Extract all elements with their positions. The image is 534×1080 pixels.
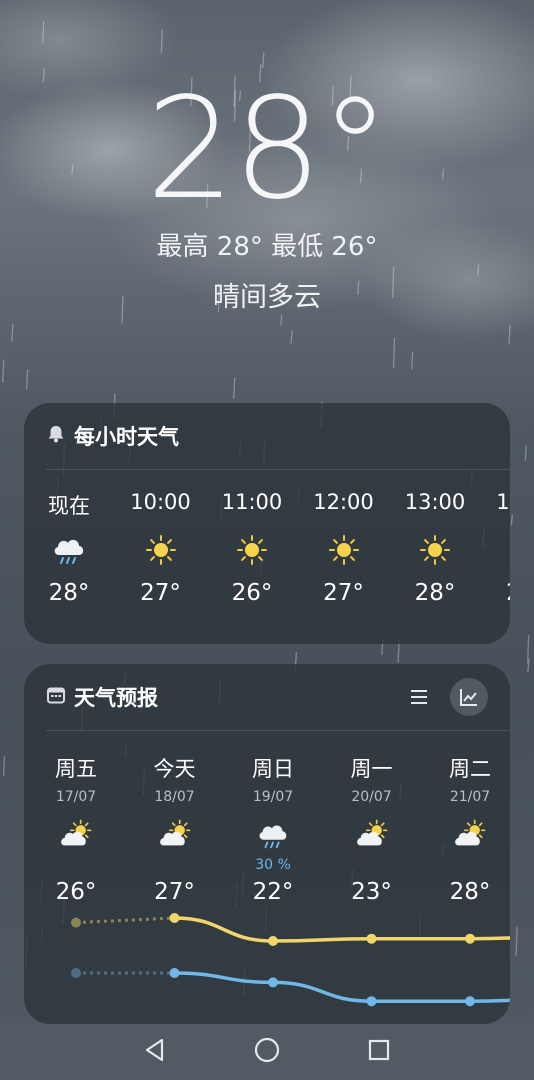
day-date: 20/07: [351, 789, 392, 805]
day-date: 21/07: [449, 789, 491, 805]
partly-cloudy-icon: [125, 813, 225, 857]
hourly-item: 11:00 26°: [207, 490, 297, 606]
high-temperature-point: [268, 936, 278, 946]
low-temperature-line: [174, 971, 510, 1003]
sun-icon: [116, 528, 206, 572]
high-temperature-point: [465, 933, 475, 944]
hourly-item: 14:00 28°: [482, 490, 511, 606]
hour-time: 现在: [48, 494, 90, 518]
hourly-card-title: 每小时天气: [74, 425, 179, 449]
hour-time: 12:00: [313, 490, 374, 514]
hour-temperature: 27°: [140, 580, 181, 606]
hour-time: 10:00: [130, 490, 191, 514]
hourly-item: 现在 28°: [24, 490, 114, 606]
hourly-list[interactable]: 现在 28° 10:00 27° 11:00 26° 12:00 27° 13:…: [24, 470, 510, 640]
precipitation-chance: 30 %: [255, 857, 291, 873]
forecast-day: 周日 19/07 30 % 22°: [223, 753, 323, 905]
hour-temperature: 26°: [231, 580, 273, 606]
low-temperature-point: [366, 996, 377, 1007]
precipitation-chance: [125, 857, 225, 873]
sun-icon: [390, 528, 480, 572]
sun-icon: [482, 528, 511, 572]
high-temperature-line: [174, 916, 510, 943]
hour-temperature: 28°: [482, 580, 510, 606]
precipitation-chance: [322, 857, 422, 873]
current-weather: 28° 最高 28° 最低 26° 晴间多云: [0, 80, 534, 314]
day-date: 19/07: [252, 789, 294, 805]
high-temperature-point: [366, 933, 377, 944]
day-name: 周五: [55, 757, 97, 781]
hourly-card-header: 每小时天气: [24, 403, 510, 469]
hourly-item: 13:00 28°: [390, 490, 480, 606]
sun-icon: [207, 528, 297, 572]
hour-temperature: 28°: [414, 580, 456, 606]
current-condition: 晴间多云: [213, 282, 321, 313]
day-name: 周一: [350, 757, 393, 781]
high-temperature-line-past: [75, 916, 175, 925]
sun-icon: [299, 528, 389, 572]
chart-view-icon[interactable]: [450, 678, 488, 716]
list-view-icon[interactable]: [400, 678, 438, 716]
forecast-card-title: 天气预报: [74, 686, 158, 710]
system-navigation-bar: [0, 1024, 534, 1080]
day-high-temperature: 28°: [449, 879, 491, 905]
hourly-item: 12:00 27°: [299, 490, 389, 606]
day-name: 周日: [252, 757, 294, 781]
day-name: 今天: [153, 757, 196, 781]
hour-time: 11:00: [221, 490, 283, 514]
low-temperature-point: [465, 996, 475, 1007]
partly-cloudy-icon: [322, 813, 422, 857]
hour-time: 14:00: [496, 490, 510, 514]
forecast-day: 周五 17/07 26°: [26, 753, 126, 905]
high-low-temperature: 最高 28° 最低 26°: [156, 232, 378, 262]
calendar-icon: [46, 685, 66, 709]
partly-cloudy-icon: [26, 813, 126, 857]
day-high-temperature: 27°: [154, 879, 195, 905]
forecast-card-header: 天气预报: [24, 664, 510, 730]
forecast-card[interactable]: 天气预报 周五 17/07 26° 今天 18/07 27° 周日 19/07 …: [24, 664, 510, 1024]
high-temperature-point: [71, 917, 81, 928]
rain-cloud-icon: [24, 528, 114, 572]
day-high-temperature: 26°: [55, 879, 97, 905]
bell-icon: [46, 424, 66, 448]
hour-temperature: 28°: [48, 580, 90, 606]
precipitation-chance: [420, 857, 510, 873]
precipitation-chance: [26, 857, 126, 873]
low-temperature-point: [268, 977, 278, 988]
hour-time: 13:00: [404, 490, 466, 514]
forecast-day: 周二 21/07 28°: [420, 753, 510, 905]
back-icon[interactable]: [142, 1037, 168, 1067]
forecast-day: 今天 18/07 27°: [125, 753, 225, 905]
forecast-day: 周一 20/07 23°: [322, 753, 422, 905]
rain-cloud-icon: [223, 813, 323, 857]
low-temperature-point: [71, 968, 81, 978]
day-date: 18/07: [154, 789, 195, 805]
high-temperature-point: [169, 913, 180, 923]
recents-icon[interactable]: [366, 1037, 392, 1067]
home-icon[interactable]: [253, 1036, 281, 1068]
day-high-temperature: 23°: [351, 879, 392, 905]
hour-temperature: 27°: [323, 580, 364, 606]
day-high-temperature: 22°: [252, 879, 294, 905]
hourly-weather-card[interactable]: 每小时天气 现在 28° 10:00 27° 11:00 26° 12:00 2…: [24, 403, 510, 644]
day-date: 17/07: [55, 789, 97, 805]
daily-forecast-list[interactable]: 周五 17/07 26° 今天 18/07 27° 周日 19/07 30 % …: [24, 731, 510, 1011]
partly-cloudy-icon: [420, 813, 510, 857]
low-temperature-point: [169, 968, 180, 978]
hourly-item: 10:00 27°: [116, 490, 206, 606]
day-name: 周二: [449, 757, 491, 781]
current-temperature: 28°: [145, 68, 390, 231]
